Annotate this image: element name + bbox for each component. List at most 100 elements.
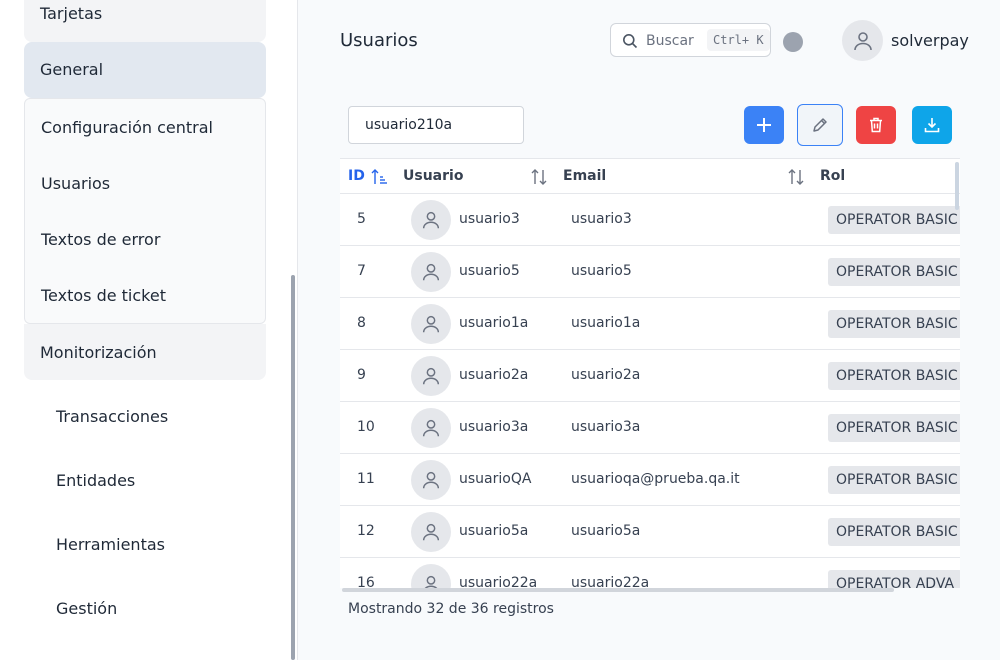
cell-id: 7 <box>357 263 366 279</box>
user-icon <box>422 523 440 541</box>
sidebar-item-usuarios[interactable]: Usuarios <box>41 174 110 193</box>
avatar <box>411 356 451 396</box>
sidebar-item-textos-de-ticket[interactable]: Textos de ticket <box>41 286 166 305</box>
sidebar-item-label: Monitorización <box>40 343 157 362</box>
sidebar-submenu-general: Configuración central Usuarios Textos de… <box>24 98 266 324</box>
trash-icon <box>870 117 882 133</box>
sidebar: Tarjetas General Configuración central U… <box>0 0 298 660</box>
table-row[interactable]: 9 usuario2a usuario2a OPERATOR BASIC <box>340 350 960 402</box>
cell-email: usuario3a <box>571 419 641 435</box>
table-row[interactable]: 16 usuario22a usuario22a OPERATOR ADVA <box>340 558 960 588</box>
role-badge: OPERATOR BASIC <box>828 206 960 234</box>
sidebar-item-tarjetas[interactable]: Tarjetas <box>24 0 266 42</box>
cell-usuario: usuario2a <box>459 367 529 383</box>
role-badge: OPERATOR BASIC <box>828 310 960 338</box>
cell-usuario: usuario22a <box>459 575 538 588</box>
user-icon <box>853 31 872 50</box>
sort-ascending-icon[interactable] <box>370 167 388 187</box>
search-icon <box>623 34 638 49</box>
avatar <box>411 512 451 552</box>
cell-id: 16 <box>357 575 375 588</box>
user-icon <box>422 263 440 281</box>
avatar <box>411 252 451 292</box>
search-box[interactable]: Buscar Ctrl+ K <box>610 23 771 57</box>
user-icon <box>424 575 438 588</box>
table-row[interactable]: 8 usuario1a usuario1a OPERATOR BASIC <box>340 298 960 350</box>
role-badge: OPERATOR BASIC <box>828 362 960 390</box>
table-row[interactable]: 7 usuario5 usuario5 OPERATOR BASIC <box>340 246 960 298</box>
search-shortcut: Ctrl+ K <box>707 29 770 51</box>
cell-id: 8 <box>357 315 366 331</box>
table-horizontal-scrollbar[interactable] <box>342 588 894 592</box>
table-row[interactable]: 11 usuarioQA usuarioqa@prueba.qa.it OPER… <box>340 454 960 506</box>
column-header-usuario[interactable]: Usuario <box>403 168 463 184</box>
sidebar-item-herramientas[interactable]: Herramientas <box>56 535 165 554</box>
avatar <box>411 200 451 240</box>
avatar <box>411 564 451 588</box>
sidebar-item-transacciones[interactable]: Transacciones <box>56 407 168 426</box>
cell-id: 9 <box>357 367 366 383</box>
cell-email: usuario22a <box>571 575 650 588</box>
avatar <box>411 460 451 500</box>
cell-email: usuarioqa@prueba.qa.it <box>571 471 740 487</box>
sort-icon[interactable] <box>787 167 805 187</box>
cell-email: usuario3 <box>571 211 632 227</box>
user-icon <box>422 211 440 229</box>
edit-button[interactable] <box>797 104 843 146</box>
cell-usuario: usuarioQA <box>459 471 532 487</box>
column-header-id[interactable]: ID <box>348 168 365 184</box>
user-icon <box>422 315 440 333</box>
avatar[interactable] <box>842 20 883 61</box>
sidebar-item-label: General <box>40 60 104 79</box>
cell-id: 12 <box>357 523 375 539</box>
column-header-rol[interactable]: Rol <box>820 168 845 184</box>
avatar <box>411 408 451 448</box>
sidebar-item-configuracion-central[interactable]: Configuración central <box>41 118 213 137</box>
table-header: ID Usuario Email Rol <box>340 158 960 194</box>
sidebar-item-general[interactable]: General <box>24 42 266 98</box>
status-indicator <box>783 32 803 52</box>
table-row[interactable]: 5 usuario3 usuario3 OPERATOR BASIC <box>340 194 960 246</box>
sidebar-item-textos-de-error[interactable]: Textos de error <box>41 230 160 249</box>
sort-icon[interactable] <box>530 167 548 187</box>
add-button[interactable] <box>744 106 784 144</box>
avatar <box>411 304 451 344</box>
cell-id: 11 <box>357 471 375 487</box>
sidebar-scrollbar[interactable] <box>291 275 295 660</box>
cell-usuario: usuario5 <box>459 263 520 279</box>
table-row[interactable]: 12 usuario5a usuario5a OPERATOR BASIC <box>340 506 960 558</box>
cell-email: usuario1a <box>571 315 641 331</box>
download-icon <box>924 118 940 133</box>
column-header-email[interactable]: Email <box>563 168 606 184</box>
sidebar-item-monitorizacion[interactable]: Monitorización <box>24 324 266 380</box>
page-title: Usuarios <box>340 30 418 51</box>
role-badge: OPERATOR BASIC <box>828 466 960 494</box>
user-icon <box>422 471 440 489</box>
role-badge: OPERATOR BASIC <box>828 414 960 442</box>
filter-input[interactable] <box>348 106 524 144</box>
export-button[interactable] <box>912 106 952 144</box>
username[interactable]: solverpay <box>891 31 969 50</box>
cell-email: usuario2a <box>571 367 641 383</box>
table-row[interactable]: 10 usuario3a usuario3a OPERATOR BASIC <box>340 402 960 454</box>
cell-usuario: usuario1a <box>459 315 529 331</box>
cell-id: 5 <box>357 211 366 227</box>
role-badge: OPERATOR BASIC <box>828 258 960 286</box>
cell-id: 10 <box>357 419 375 435</box>
role-badge: OPERATOR BASIC <box>828 518 960 546</box>
cell-usuario: usuario3 <box>459 211 520 227</box>
sidebar-item-gestion[interactable]: Gestión <box>56 599 117 618</box>
records-summary: Mostrando 32 de 36 registros <box>348 601 554 617</box>
plus-icon <box>757 118 771 132</box>
role-badge: OPERATOR ADVA <box>828 570 960 588</box>
user-icon <box>422 419 440 437</box>
user-icon <box>422 367 440 385</box>
cell-usuario: usuario3a <box>459 419 529 435</box>
cell-email: usuario5a <box>571 523 641 539</box>
table-vertical-scrollbar[interactable] <box>955 162 959 210</box>
delete-button[interactable] <box>856 106 896 144</box>
sidebar-item-entidades[interactable]: Entidades <box>56 471 135 490</box>
sidebar-item-label: Tarjetas <box>40 4 103 23</box>
cell-email: usuario5 <box>571 263 632 279</box>
cell-usuario: usuario5a <box>459 523 529 539</box>
